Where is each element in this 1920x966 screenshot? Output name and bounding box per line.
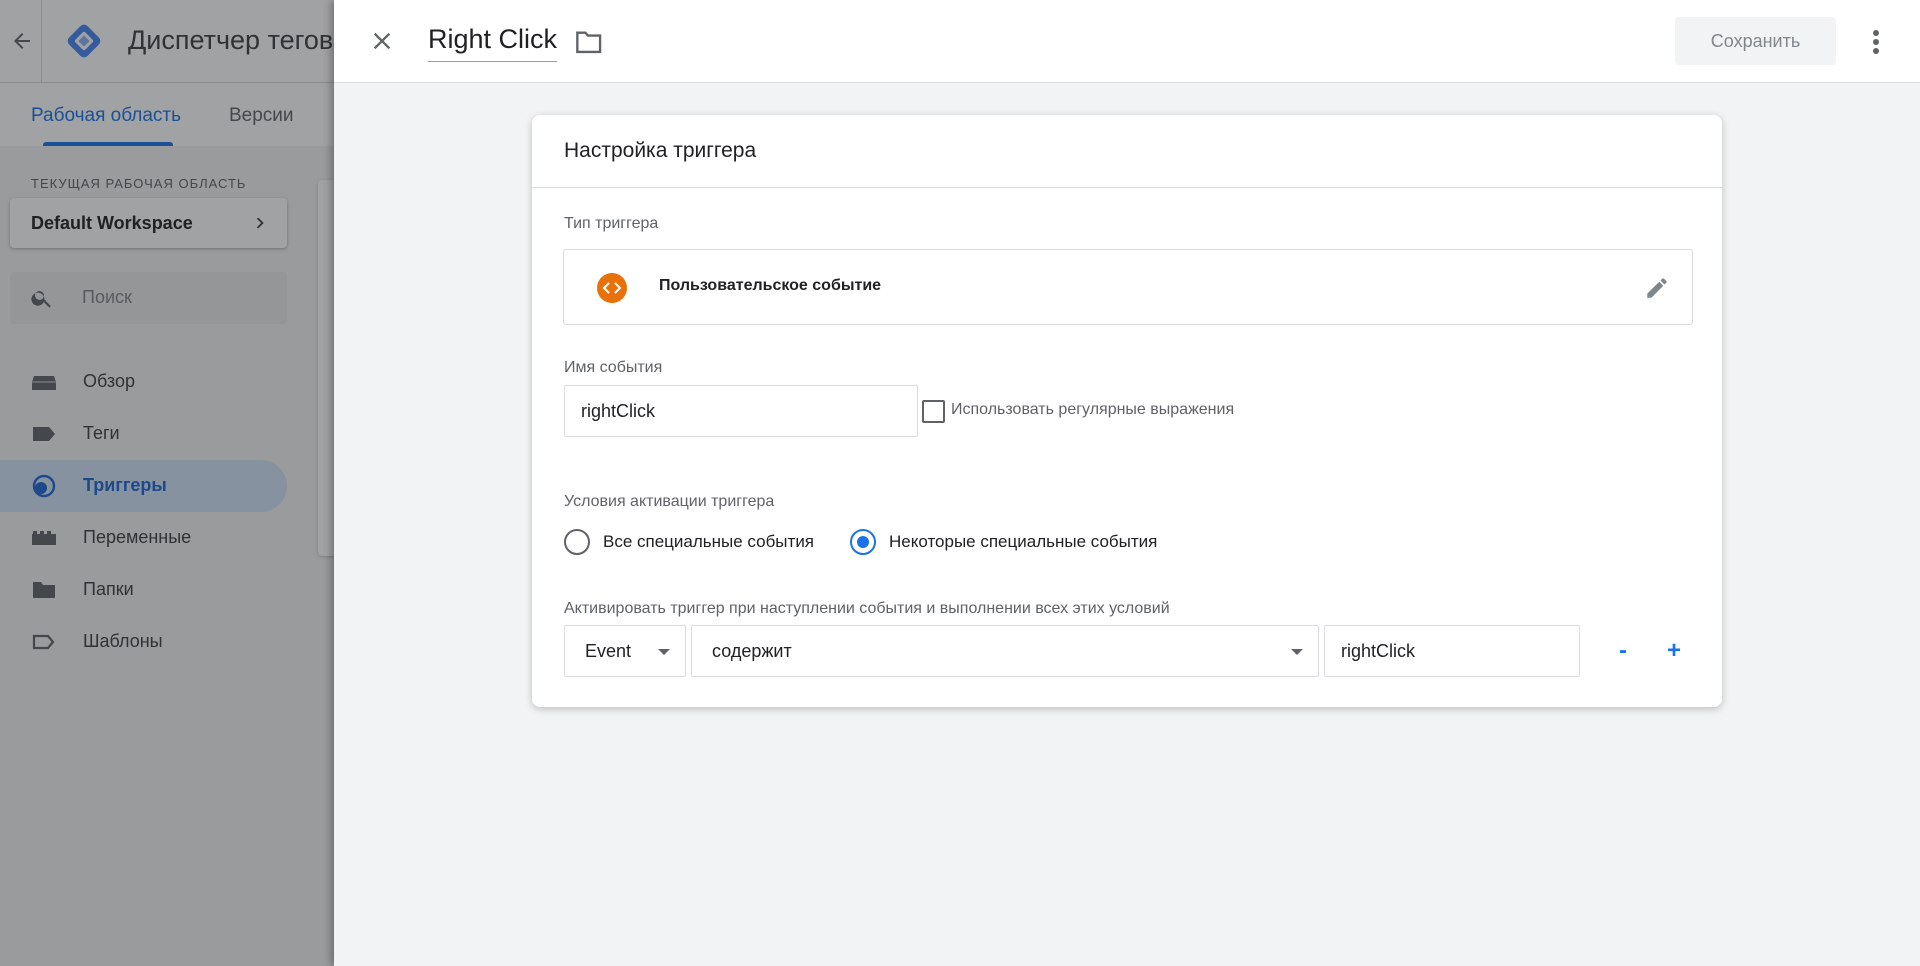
filter-variable-select[interactable]: Event	[564, 625, 686, 677]
add-condition-button[interactable]: +	[1654, 629, 1694, 673]
trigger-configuration-card: Настройка триггера Тип триггера Пользова…	[532, 115, 1722, 707]
some-events-radio-label[interactable]: Некоторые специальные события	[889, 532, 1157, 552]
activation-conditions-label: Условия активации триггера	[564, 493, 775, 510]
all-events-radio[interactable]	[564, 529, 590, 555]
card-divider	[532, 187, 1722, 188]
filter-operator-select[interactable]: содержит	[691, 625, 1319, 677]
edit-pencil-icon[interactable]	[1644, 275, 1670, 301]
filter-value-input[interactable]: rightClick	[1324, 625, 1580, 677]
event-name-label: Имя события	[564, 359, 663, 376]
card-title: Настройка триггера	[564, 139, 757, 162]
filter-variable-value: Event	[585, 641, 632, 661]
more-vert-icon[interactable]	[1872, 29, 1880, 55]
remove-condition-button[interactable]: -	[1603, 629, 1643, 673]
trigger-type-label: Тип триггера	[564, 215, 659, 232]
custom-event-icon	[597, 273, 627, 303]
filter-value-text: rightClick	[1341, 641, 1416, 661]
editor-header: Right Click Сохранить	[334, 0, 1920, 83]
filter-conditions-label: Активировать триггер при наступлении соб…	[564, 600, 1170, 617]
save-button[interactable]: Сохранить	[1675, 17, 1836, 65]
folder-icon[interactable]	[575, 29, 603, 55]
event-name-input[interactable]	[564, 385, 918, 437]
trigger-type-name: Пользовательское событие	[659, 277, 882, 294]
close-icon[interactable]	[368, 27, 396, 55]
all-events-radio-label[interactable]: Все специальные события	[603, 532, 814, 552]
trigger-editor-panel: Right Click Сохранить Настройка триггера…	[334, 0, 1920, 966]
trigger-name-title[interactable]: Right Click	[428, 24, 558, 62]
trigger-type-selector[interactable]: Пользовательское событие	[563, 249, 1693, 325]
regex-checkbox[interactable]	[922, 400, 945, 423]
dropdown-arrow-icon	[1291, 649, 1303, 655]
regex-checkbox-label: Использовать регулярные выражения	[951, 401, 1235, 418]
filter-operator-value: содержит	[712, 641, 792, 661]
dropdown-arrow-icon	[658, 649, 670, 655]
some-events-radio[interactable]	[850, 529, 876, 555]
